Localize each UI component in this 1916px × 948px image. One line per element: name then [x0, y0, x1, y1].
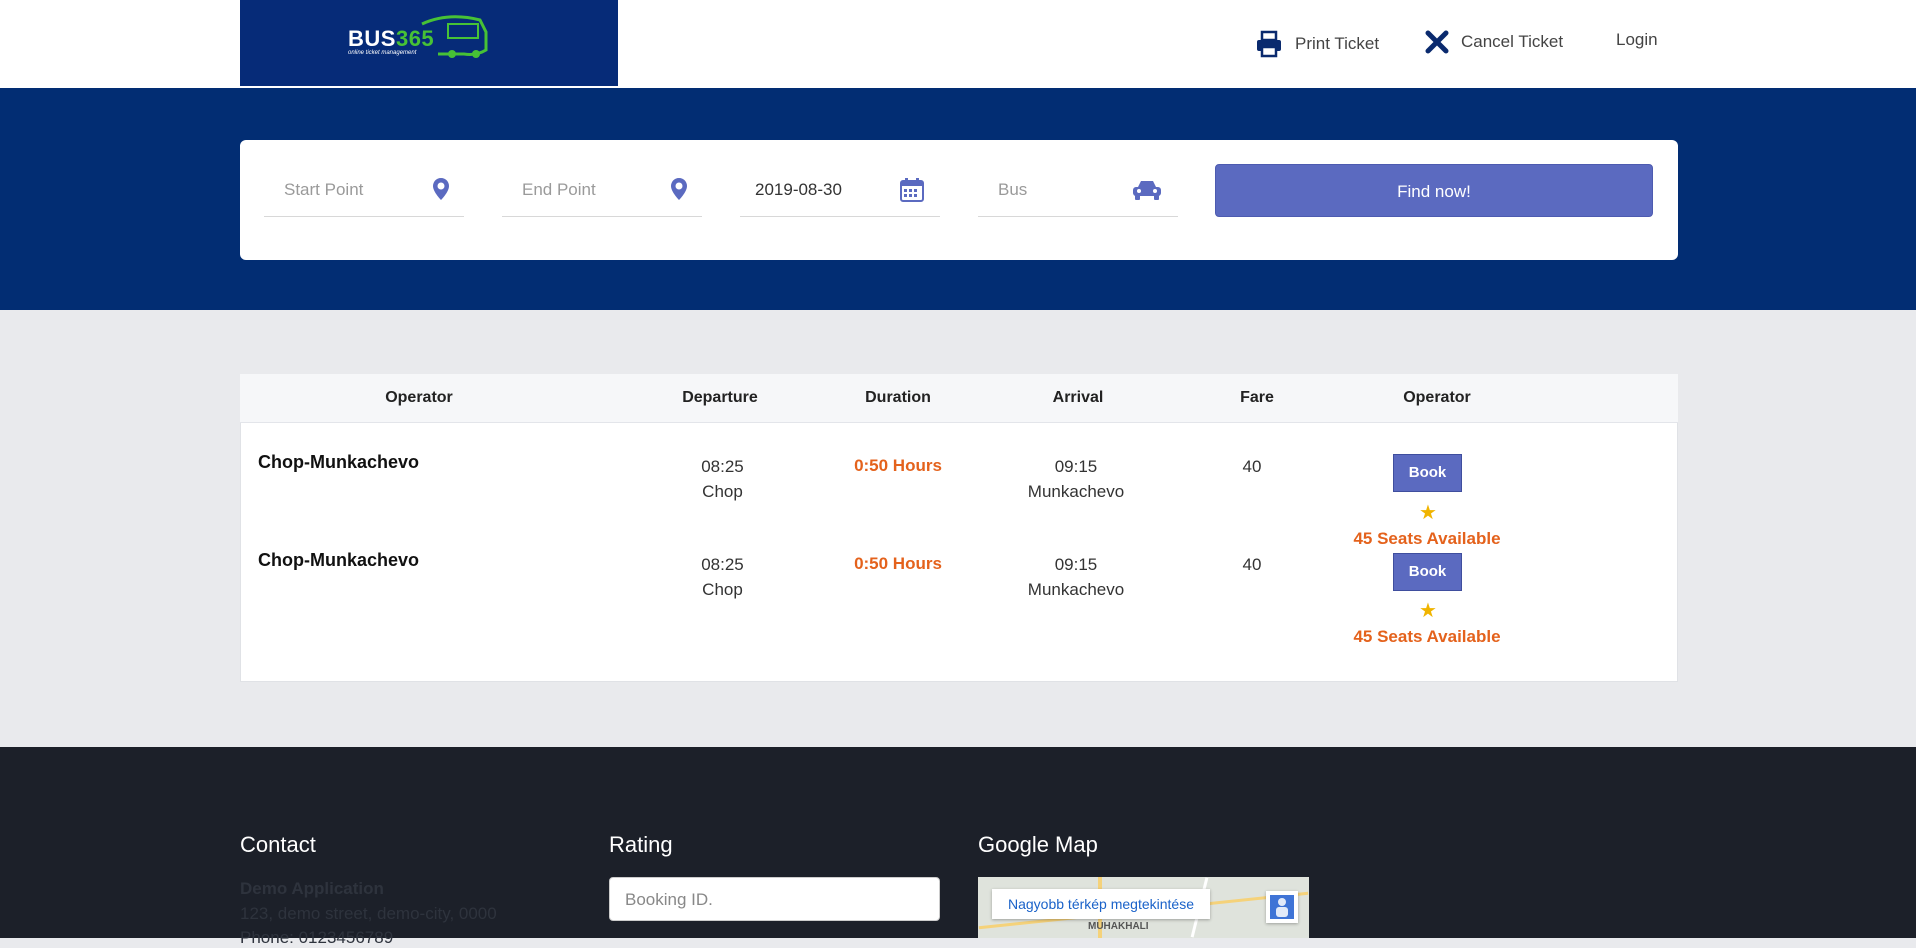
map-pin-icon [671, 178, 687, 200]
date-input[interactable]: 2019-08-30 [740, 163, 940, 217]
table-row: Chop-Munkachevo [258, 452, 419, 473]
end-point-placeholder: End Point [522, 180, 596, 199]
departure-place: Chop [702, 580, 743, 599]
arrival-cell: 09:15 Munkachevo [1006, 552, 1146, 602]
bus-logo-icon [421, 15, 488, 58]
rating-heading: Rating [609, 832, 673, 857]
header-duration: Duration [865, 389, 931, 406]
larger-map-link[interactable]: Nagyobb térkép megtekintése [992, 889, 1210, 919]
fare-cell: 40 [1242, 457, 1262, 476]
close-icon [1425, 30, 1449, 54]
arrival-cell: 09:15 Munkachevo [1006, 454, 1146, 504]
contact-heading: Contact [240, 832, 316, 857]
book-button[interactable]: Book [1393, 553, 1462, 591]
contact-address: 123, demo street, demo-city, 0000 [240, 904, 497, 923]
arrival-place: Munkachevo [1027, 580, 1125, 599]
nav-print-ticket[interactable]: Print Ticket [1255, 30, 1379, 58]
seats-available: 45 Seats Available [1353, 627, 1501, 646]
printer-icon [1257, 30, 1281, 58]
nav-cancel-ticket[interactable]: Cancel Ticket [1425, 30, 1563, 54]
star-icon: ★ [1419, 600, 1437, 622]
seats-available: 45 Seats Available [1353, 529, 1501, 548]
departure-time: 08:25 [701, 457, 744, 476]
header-operator-action: Operator [1403, 389, 1471, 406]
arrival-time: 09:15 [1054, 457, 1098, 476]
header-operator: Operator [385, 389, 453, 406]
bus-input[interactable]: Bus [978, 163, 1178, 217]
departure-place: Chop [702, 482, 743, 501]
pegman-icon [1270, 895, 1294, 919]
calendar-icon [900, 178, 924, 202]
departure-cell: 08:25 Chop [650, 454, 795, 504]
logo-tagline: online ticket management [348, 50, 417, 56]
book-button[interactable]: Book [1393, 454, 1462, 492]
arrival-time: 09:15 [1054, 555, 1098, 574]
start-point-input[interactable]: Start Point [264, 163, 464, 217]
header-arrival: Arrival [1052, 389, 1104, 406]
nav-login[interactable]: Login [1616, 30, 1658, 50]
embedded-map[interactable]: MUHAKHALI Nagyobb térkép megtekintése [978, 877, 1309, 938]
duration-cell: 0:50 Hours [854, 554, 942, 573]
end-point-input[interactable]: End Point [502, 163, 702, 217]
route-name: Chop-Munkachevo [258, 550, 420, 570]
booking-id-placeholder: Booking ID. [625, 890, 713, 909]
map-place-label: MUHAKHALI [1088, 921, 1149, 932]
street-view-peg-icon[interactable] [1266, 891, 1298, 923]
fare-cell: 40 [1242, 555, 1262, 574]
find-now-button[interactable]: Find now! [1215, 164, 1653, 217]
start-point-placeholder: Start Point [284, 180, 364, 199]
car-icon [1133, 181, 1161, 200]
contact-name: Demo Application [240, 879, 384, 898]
bus-placeholder: Bus [998, 180, 1028, 199]
header-fare: Fare [1240, 389, 1274, 406]
booking-id-input[interactable]: Booking ID. [609, 877, 940, 921]
table-row: Chop-Munkachevo [258, 550, 419, 571]
header-departure: Departure [682, 389, 758, 406]
departure-cell: 08:25 Chop [650, 552, 795, 602]
departure-time: 08:25 [701, 555, 744, 574]
map-pin-icon [433, 178, 449, 200]
route-name: Chop-Munkachevo [258, 452, 420, 472]
google-map-heading: Google Map [978, 832, 1098, 857]
star-icon: ★ [1419, 502, 1437, 524]
print-ticket-label: Print Ticket [1295, 34, 1380, 53]
cancel-ticket-label: Cancel Ticket [1461, 32, 1564, 51]
duration-cell: 0:50 Hours [854, 456, 942, 475]
contact-phone: Phone: 0123456789 [240, 928, 394, 947]
date-value: 2019-08-30 [755, 180, 842, 199]
bus365-logo[interactable]: BUS365 online ticket management [240, 0, 618, 86]
login-label: Login [1616, 30, 1658, 49]
arrival-place: Munkachevo [1027, 482, 1125, 501]
